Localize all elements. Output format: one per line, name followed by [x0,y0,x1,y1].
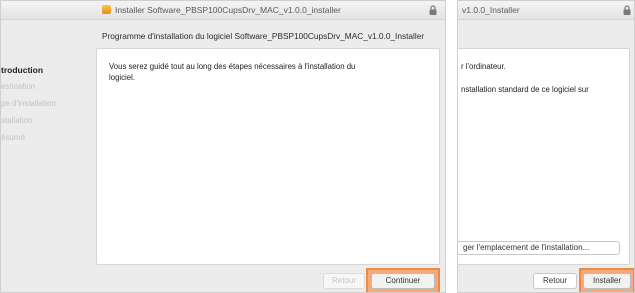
content-panel: Vous serez guidé tout au long des étapes… [96,48,440,265]
title-bar-second: v1.0.0_Installer [458,1,634,20]
step-introduction: troduction [1,65,44,75]
step-summary: ésumé [1,133,26,142]
lock-icon-second [623,5,631,15]
intro-line-1: Vous serez guidé tout au long des étapes… [109,62,356,71]
lock-icon [429,5,437,15]
title-bar: Installer Software_PBSP100CupsDrv_MAC_v1… [1,1,445,20]
install-button[interactable]: Installer [583,273,631,289]
window-title-second: v1.0.0_Installer [462,5,520,15]
step-destination: estination [1,82,36,91]
window-title: Installer Software_PBSP100CupsDrv_MAC_v1… [115,5,341,15]
step-installation-type: pe d'installation [1,99,56,108]
body-line-2: nstallation standard de ce logiciel sur [461,85,589,94]
installer-package-icon [102,5,111,14]
continue-button[interactable]: Continuer [371,273,435,289]
step-installation: stallation [1,116,33,125]
change-location-button[interactable]: ger l'emplacement de l'installation... [458,241,620,255]
installer-subheader: Programme d'installation du logiciel Sof… [102,31,425,41]
intro-line-2: logiciel. [109,73,136,82]
content-panel-second: r l'ordinateur. nstallation standard de … [458,48,630,265]
back-button-second[interactable]: Retour [533,273,577,289]
installer-window-second: v1.0.0_Installer r l'ordinateur. nstalla… [457,0,635,293]
back-button[interactable]: Retour [323,273,365,289]
installer-window-main: Installer Software_PBSP100CupsDrv_MAC_v1… [0,0,446,293]
body-line-1: r l'ordinateur. [461,62,506,71]
